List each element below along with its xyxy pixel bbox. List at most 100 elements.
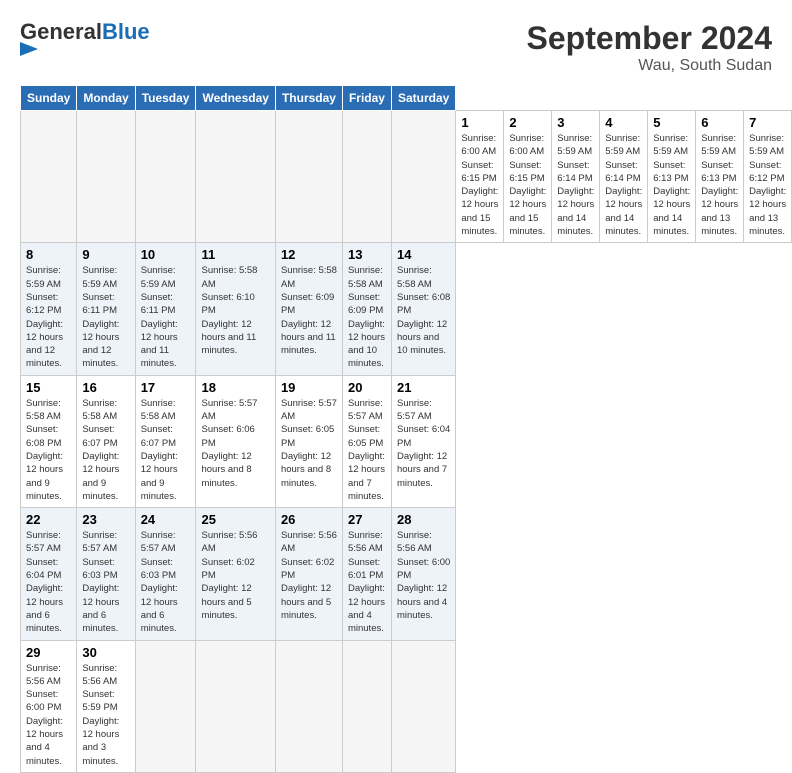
calendar-day-cell: 15 Sunrise: 5:58 AMSunset: 6:08 PMDayligh… [21, 375, 77, 507]
day-number: 1 [461, 115, 498, 130]
day-number: 5 [653, 115, 690, 130]
weekday-header-row: Sunday Monday Tuesday Wednesday Thursday… [21, 86, 792, 111]
header-saturday: Saturday [391, 86, 455, 111]
day-number: 21 [397, 380, 450, 395]
calendar-day-cell: 28 Sunrise: 5:56 AMSunset: 6:00 PMDayligh… [391, 508, 455, 640]
calendar-day-cell [196, 640, 275, 772]
calendar-day-cell: 22Sunrise: 5:57 AMSunset: 6:04 PMDayligh… [21, 508, 77, 640]
day-info: Sunrise: 5:58 AMSunset: 6:10 PMDaylight:… [201, 264, 269, 357]
calendar: Sunday Monday Tuesday Wednesday Thursday… [20, 85, 792, 773]
day-info: Sunrise: 5:58 AMSunset: 6:08 PMDaylight:… [397, 264, 450, 357]
calendar-day-cell [135, 640, 196, 772]
calendar-day-cell: 12Sunrise: 5:58 AMSunset: 6:09 PMDayligh… [275, 243, 342, 375]
day-info: Sunrise: 5:59 AMSunset: 6:13 PMDaylight:… [701, 132, 738, 238]
calendar-day-cell [275, 111, 342, 243]
day-number: 3 [557, 115, 594, 130]
calendar-day-cell: 2Sunrise: 6:00 AMSunset: 6:15 PMDaylight… [504, 111, 552, 243]
header-monday: Monday [77, 86, 135, 111]
day-info: Sunrise: 5:58 AMSunset: 6:07 PMDaylight:… [141, 397, 191, 503]
day-number: 6 [701, 115, 738, 130]
title-block: September 2024 Wau, South Sudan [527, 20, 772, 75]
header: GeneralBlue September 2024 Wau, South Su… [20, 20, 772, 75]
day-info: Sunrise: 5:56 AMSunset: 6:02 PMDaylight:… [201, 529, 269, 622]
day-info: Sunrise: 6:00 AMSunset: 6:15 PMDaylight:… [461, 132, 498, 238]
day-number: 26 [281, 512, 337, 527]
day-number: 17 [141, 380, 191, 395]
day-info: Sunrise: 5:58 AMSunset: 6:09 PMDaylight:… [348, 264, 386, 370]
day-info: Sunrise: 5:56 AMSunset: 6:00 PMDaylight:… [26, 662, 71, 768]
day-info: Sunrise: 5:57 AMSunset: 6:04 PMDaylight:… [397, 397, 450, 490]
calendar-day-cell: 11 Sunrise: 5:58 AMSunset: 6:10 PMDayligh… [196, 243, 275, 375]
calendar-day-cell: 25 Sunrise: 5:56 AMSunset: 6:02 PMDayligh… [196, 508, 275, 640]
location: Wau, South Sudan [527, 57, 772, 75]
day-number: 28 [397, 512, 450, 527]
calendar-day-cell: 13Sunrise: 5:58 AMSunset: 6:09 PMDayligh… [342, 243, 391, 375]
calendar-day-cell: 4Sunrise: 5:59 AMSunset: 6:14 PMDaylight… [600, 111, 648, 243]
day-number: 27 [348, 512, 386, 527]
calendar-week-row: 22Sunrise: 5:57 AMSunset: 6:04 PMDayligh… [21, 508, 792, 640]
calendar-day-cell: 29 Sunrise: 5:56 AMSunset: 6:00 PMDayligh… [21, 640, 77, 772]
calendar-day-cell [391, 111, 455, 243]
day-info: Sunrise: 5:58 AMSunset: 6:08 PMDaylight:… [26, 397, 71, 503]
day-number: 9 [82, 247, 129, 262]
calendar-day-cell [21, 111, 77, 243]
day-number: 29 [26, 645, 71, 660]
day-number: 18 [201, 380, 269, 395]
header-tuesday: Tuesday [135, 86, 196, 111]
day-number: 30 [82, 645, 129, 660]
day-info: Sunrise: 5:57 AMSunset: 6:03 PMDaylight:… [141, 529, 191, 635]
day-info: Sunrise: 5:56 AMSunset: 6:02 PMDaylight:… [281, 529, 337, 622]
calendar-day-cell [342, 640, 391, 772]
day-number: 7 [749, 115, 786, 130]
logo: GeneralBlue [20, 20, 150, 56]
day-number: 24 [141, 512, 191, 527]
day-info: Sunrise: 5:56 AMSunset: 6:01 PMDaylight:… [348, 529, 386, 635]
calendar-day-cell: 26 Sunrise: 5:56 AMSunset: 6:02 PMDayligh… [275, 508, 342, 640]
calendar-day-cell [391, 640, 455, 772]
header-friday: Friday [342, 86, 391, 111]
calendar-day-cell: 18 Sunrise: 5:57 AMSunset: 6:06 PMDayligh… [196, 375, 275, 507]
calendar-day-cell: 23Sunrise: 5:57 AMSunset: 6:03 PMDayligh… [77, 508, 135, 640]
calendar-day-cell: 5Sunrise: 5:59 AMSunset: 6:13 PMDaylight… [648, 111, 696, 243]
calendar-week-row: 1 Sunrise: 6:00 AMSunset: 6:15 PMDaylight… [21, 111, 792, 243]
logo-text: GeneralBlue [20, 20, 150, 56]
calendar-day-cell: 10Sunrise: 5:59 AMSunset: 6:11 PMDayligh… [135, 243, 196, 375]
day-info: Sunrise: 5:57 AMSunset: 6:06 PMDaylight:… [201, 397, 269, 490]
logo-arrow-icon [20, 42, 38, 56]
calendar-day-cell: 27 Sunrise: 5:56 AMSunset: 6:01 PMDayligh… [342, 508, 391, 640]
calendar-day-cell: 17 Sunrise: 5:58 AMSunset: 6:07 PMDayligh… [135, 375, 196, 507]
calendar-day-cell [77, 111, 135, 243]
day-number: 15 [26, 380, 71, 395]
day-info: Sunrise: 6:00 AMSunset: 6:15 PMDaylight:… [509, 132, 546, 238]
day-info: Sunrise: 5:59 AMSunset: 6:11 PMDaylight:… [82, 264, 129, 370]
calendar-day-cell: 16 Sunrise: 5:58 AMSunset: 6:07 PMDayligh… [77, 375, 135, 507]
day-info: Sunrise: 5:57 AMSunset: 6:04 PMDaylight:… [26, 529, 71, 635]
day-info: Sunrise: 5:59 AMSunset: 6:12 PMDaylight:… [749, 132, 786, 238]
day-info: Sunrise: 5:58 AMSunset: 6:07 PMDaylight:… [82, 397, 129, 503]
day-number: 11 [201, 247, 269, 262]
day-info: Sunrise: 5:59 AMSunset: 6:12 PMDaylight:… [26, 264, 71, 370]
header-sunday: Sunday [21, 86, 77, 111]
calendar-day-cell: 8 Sunrise: 5:59 AMSunset: 6:12 PMDaylight… [21, 243, 77, 375]
calendar-day-cell: 1 Sunrise: 6:00 AMSunset: 6:15 PMDaylight… [456, 111, 504, 243]
day-number: 10 [141, 247, 191, 262]
day-info: Sunrise: 5:56 AMSunset: 6:00 PMDaylight:… [397, 529, 450, 622]
day-number: 8 [26, 247, 71, 262]
day-number: 12 [281, 247, 337, 262]
calendar-day-cell: 20Sunrise: 5:57 AMSunset: 6:05 PMDayligh… [342, 375, 391, 507]
calendar-day-cell: 3 Sunrise: 5:59 AMSunset: 6:14 PMDaylight… [552, 111, 600, 243]
calendar-day-cell [342, 111, 391, 243]
day-number: 16 [82, 380, 129, 395]
header-wednesday: Wednesday [196, 86, 275, 111]
calendar-day-cell: 14Sunrise: 5:58 AMSunset: 6:08 PMDayligh… [391, 243, 455, 375]
calendar-day-cell: 30Sunrise: 5:56 AMSunset: 5:59 PMDayligh… [77, 640, 135, 772]
page: GeneralBlue September 2024 Wau, South Su… [0, 0, 792, 612]
calendar-week-row: 29 Sunrise: 5:56 AMSunset: 6:00 PMDayligh… [21, 640, 792, 772]
header-thursday: Thursday [275, 86, 342, 111]
day-number: 25 [201, 512, 269, 527]
calendar-day-cell: 7 Sunrise: 5:59 AMSunset: 6:12 PMDaylight… [744, 111, 792, 243]
day-number: 20 [348, 380, 386, 395]
day-info: Sunrise: 5:59 AMSunset: 6:14 PMDaylight:… [557, 132, 594, 238]
day-number: 4 [605, 115, 642, 130]
calendar-day-cell [196, 111, 275, 243]
